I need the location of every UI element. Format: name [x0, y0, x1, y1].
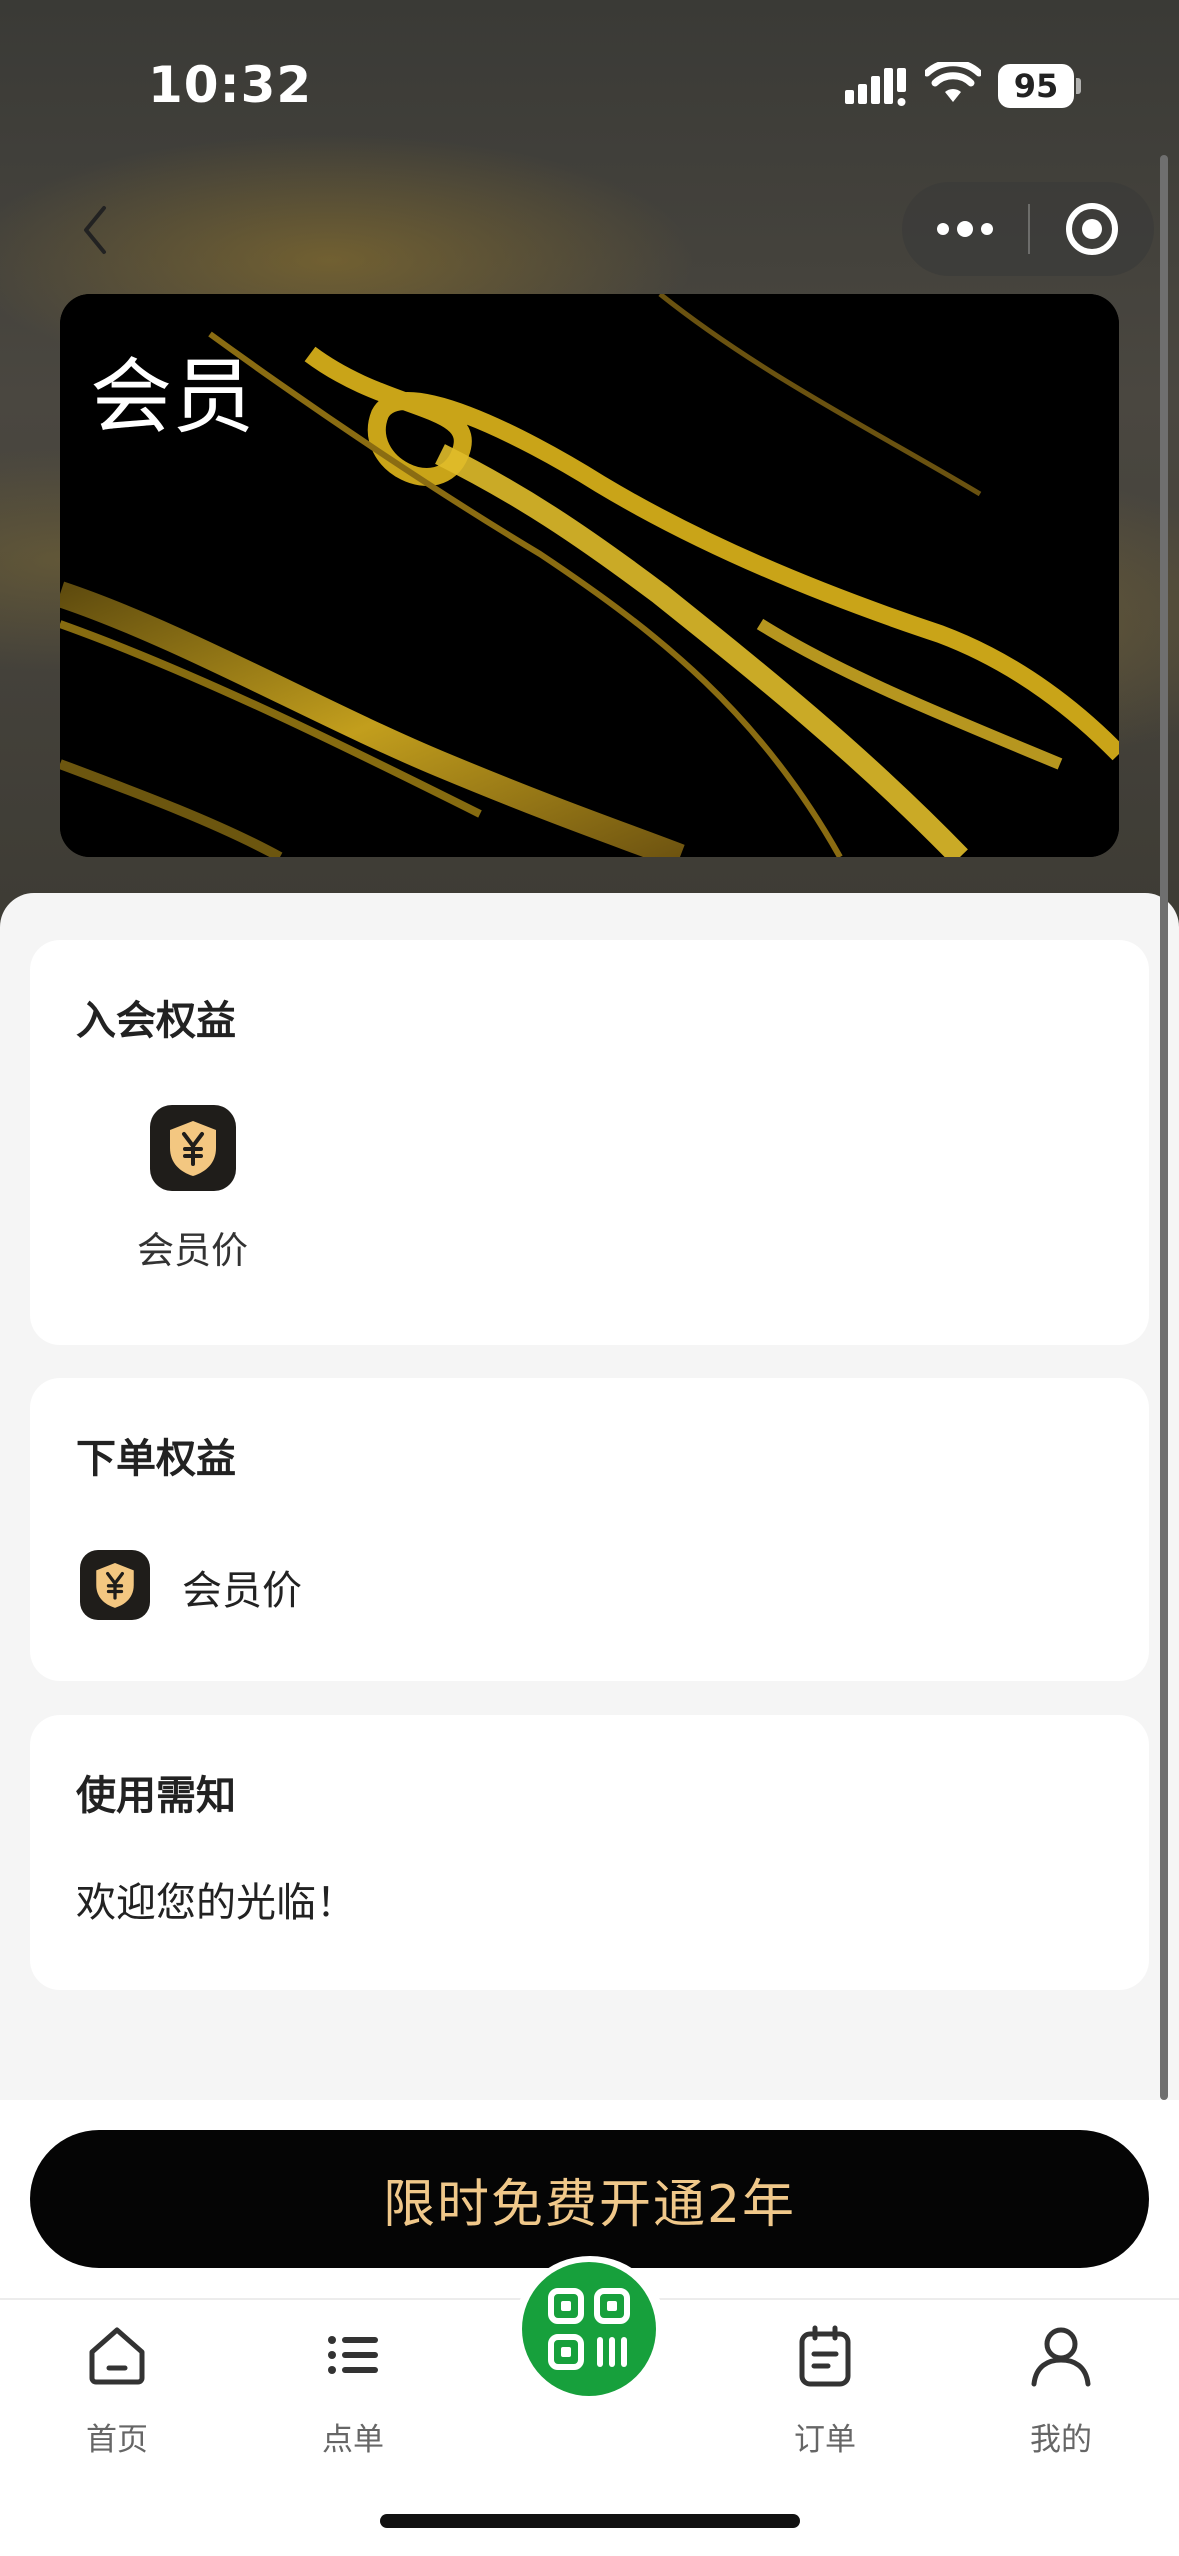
user-icon: [1031, 2327, 1091, 2387]
scan-button[interactable]: [522, 2262, 656, 2396]
home-indicator: [380, 2514, 800, 2528]
tab-profile[interactable]: 我的: [986, 2320, 1136, 2459]
tab-order-menu-label: 点单: [322, 2422, 384, 2458]
list-icon: [328, 2336, 378, 2374]
status-bar: 10:32 95: [0, 0, 1179, 170]
notice-panel: 使用需知 欢迎您的光临！: [30, 1715, 1149, 1990]
activate-membership-button[interactable]: 限时免费开通2年: [30, 2130, 1149, 2268]
yuan-shield-icon: [96, 1563, 134, 1608]
calendar-icon: [799, 2325, 851, 2387]
close-miniprogram-button[interactable]: [1030, 182, 1154, 276]
home-icon: [89, 2327, 145, 2385]
notice-title: 使用需知: [76, 1773, 236, 1819]
tab-orders-label: 订单: [794, 2422, 856, 2458]
miniprogram-capsule: [902, 182, 1154, 276]
join-benefits-title: 入会权益: [76, 998, 236, 1044]
target-icon: [1066, 203, 1118, 255]
more-button[interactable]: [902, 182, 1028, 276]
more-dots-icon: [937, 221, 993, 237]
qr-scan-icon: [548, 2288, 630, 2370]
order-benefits-title: 下单权益: [76, 1436, 236, 1482]
status-time: 10:32: [148, 56, 313, 114]
notice-text: 欢迎您的光临！: [76, 1880, 356, 1926]
tab-home[interactable]: 首页: [42, 2320, 192, 2459]
tab-order-menu[interactable]: 点单: [278, 2320, 428, 2459]
member-price-benefit[interactable]: [150, 1105, 236, 1191]
wifi-icon: [925, 62, 981, 102]
back-button[interactable]: [72, 200, 122, 260]
member-price-label: 会员价: [137, 1229, 248, 1272]
join-benefits-panel: 入会权益 会员价: [30, 940, 1149, 1345]
order-member-price-label: 会员价: [182, 1568, 302, 1614]
signal-icon: [845, 68, 906, 106]
membership-page: 10:32 95 会员 入会权益 会员价 下单权益 会员价 使用需知 欢迎您的光…: [0, 0, 1179, 2556]
member-card: 会员: [60, 294, 1119, 857]
order-member-price-benefit[interactable]: [80, 1550, 150, 1620]
tab-orders[interactable]: 订单: [750, 2320, 900, 2459]
battery-indicator: 95: [998, 64, 1074, 108]
tab-profile-label: 我的: [1030, 2422, 1092, 2458]
card-title: 会员: [90, 350, 255, 445]
battery-nub: [1076, 78, 1081, 94]
order-benefits-panel: 下单权益 会员价: [30, 1378, 1149, 1681]
tab-home-label: 首页: [86, 2422, 148, 2458]
scrollbar[interactable]: [1160, 155, 1168, 2100]
yuan-shield-icon: [170, 1121, 216, 1176]
